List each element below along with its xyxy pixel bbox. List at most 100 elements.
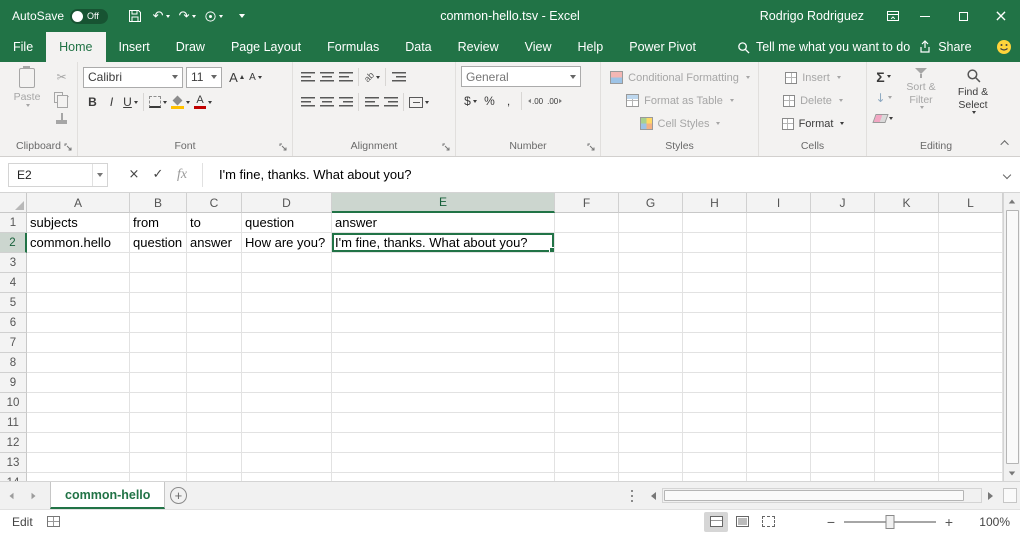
find-select-button[interactable]: Find & Select xyxy=(947,66,999,139)
cell-E6[interactable] xyxy=(332,313,555,333)
cell-K3[interactable] xyxy=(875,253,939,273)
cell-F4[interactable] xyxy=(555,273,619,293)
cell-G9[interactable] xyxy=(619,373,683,393)
tab-scrollbar-splitter[interactable] xyxy=(625,488,639,503)
cell-L2[interactable] xyxy=(939,233,1003,253)
number-dialog-launcher[interactable] xyxy=(587,143,597,153)
cell-C9[interactable] xyxy=(187,373,242,393)
fill-handle[interactable] xyxy=(549,247,554,252)
cell-B11[interactable] xyxy=(130,413,187,433)
cell-A8[interactable] xyxy=(27,353,130,373)
row-header-13[interactable]: 13 xyxy=(0,453,27,473)
cell-A14[interactable] xyxy=(27,473,130,481)
row-header-12[interactable]: 12 xyxy=(0,433,27,453)
align-right-button[interactable] xyxy=(336,91,355,113)
cell-K7[interactable] xyxy=(875,333,939,353)
cell-L14[interactable] xyxy=(939,473,1003,481)
cell-H13[interactable] xyxy=(683,453,747,473)
cell-F11[interactable] xyxy=(555,413,619,433)
cell-I14[interactable] xyxy=(747,473,811,481)
font-color-button[interactable]: A xyxy=(192,91,214,113)
cell-F14[interactable] xyxy=(555,473,619,481)
cell-C4[interactable] xyxy=(187,273,242,293)
cell-B3[interactable] xyxy=(130,253,187,273)
cell-A1[interactable]: subjects xyxy=(27,213,130,233)
cell-I3[interactable] xyxy=(747,253,811,273)
horizontal-scrollbar-thumb[interactable] xyxy=(664,490,964,501)
cell-B9[interactable] xyxy=(130,373,187,393)
row-header-9[interactable]: 9 xyxy=(0,373,27,393)
ribbon-display-options-button[interactable] xyxy=(880,0,906,32)
select-all-button[interactable] xyxy=(0,193,27,213)
zoom-out-button[interactable]: − xyxy=(822,512,840,532)
ribbon-tab-data[interactable]: Data xyxy=(392,32,444,62)
cell-J3[interactable] xyxy=(811,253,875,273)
cell-C13[interactable] xyxy=(187,453,242,473)
cell-D1[interactable]: question xyxy=(242,213,332,233)
cell-E2[interactable]: I'm fine, thanks. What about you? xyxy=(332,233,555,253)
percent-style-button[interactable]: % xyxy=(480,90,499,112)
row-header-4[interactable]: 4 xyxy=(0,273,27,293)
cell-H11[interactable] xyxy=(683,413,747,433)
maximize-button[interactable] xyxy=(944,0,982,32)
row-header-1[interactable]: 1 xyxy=(0,213,27,233)
cell-E9[interactable] xyxy=(332,373,555,393)
ribbon-tab-draw[interactable]: Draw xyxy=(163,32,218,62)
column-header-I[interactable]: I xyxy=(747,193,811,213)
cell-C3[interactable] xyxy=(187,253,242,273)
bold-button[interactable]: B xyxy=(83,91,102,113)
cell-H2[interactable] xyxy=(683,233,747,253)
feedback-smiley-button[interactable] xyxy=(996,32,1012,62)
font-name-select[interactable]: Calibri xyxy=(83,67,183,88)
cell-L4[interactable] xyxy=(939,273,1003,293)
zoom-slider-thumb[interactable] xyxy=(886,515,895,529)
cell-I7[interactable] xyxy=(747,333,811,353)
font-size-select[interactable]: 11 xyxy=(186,67,222,88)
row-header-5[interactable]: 5 xyxy=(0,293,27,313)
cell-G7[interactable] xyxy=(619,333,683,353)
scroll-down-button[interactable] xyxy=(1004,465,1020,481)
cell-D14[interactable] xyxy=(242,473,332,481)
ribbon-tab-file[interactable]: File xyxy=(0,32,46,62)
cell-D12[interactable] xyxy=(242,433,332,453)
cell-K2[interactable] xyxy=(875,233,939,253)
zoom-level[interactable]: 100% xyxy=(966,515,1010,529)
cell-K5[interactable] xyxy=(875,293,939,313)
cell-C14[interactable] xyxy=(187,473,242,481)
clear-button[interactable] xyxy=(872,108,895,129)
decrease-font-size-button[interactable]: A xyxy=(246,66,265,88)
cell-E4[interactable] xyxy=(332,273,555,293)
scroll-left-button[interactable] xyxy=(645,488,662,504)
cell-F13[interactable] xyxy=(555,453,619,473)
underline-button[interactable]: U xyxy=(121,91,140,113)
fill-color-button[interactable] xyxy=(169,91,192,113)
cell-E7[interactable] xyxy=(332,333,555,353)
cell-D8[interactable] xyxy=(242,353,332,373)
column-header-B[interactable]: B xyxy=(130,193,187,213)
alignment-dialog-launcher[interactable] xyxy=(442,143,452,153)
fill-button[interactable]: ↓ xyxy=(872,87,895,108)
column-header-J[interactable]: J xyxy=(811,193,875,213)
comma-style-button[interactable]: , xyxy=(499,90,518,112)
insert-function-button[interactable]: fx xyxy=(170,163,194,187)
paste-button[interactable]: Paste xyxy=(5,66,49,139)
cell-K4[interactable] xyxy=(875,273,939,293)
cell-L5[interactable] xyxy=(939,293,1003,313)
cell-D3[interactable] xyxy=(242,253,332,273)
zoom-slider[interactable] xyxy=(844,521,936,523)
cell-B5[interactable] xyxy=(130,293,187,313)
cell-D13[interactable] xyxy=(242,453,332,473)
sheet-nav-right-button[interactable] xyxy=(22,482,44,510)
sheet-split-handle[interactable] xyxy=(1003,488,1017,503)
cell-G3[interactable] xyxy=(619,253,683,273)
cell-J2[interactable] xyxy=(811,233,875,253)
cell-A11[interactable] xyxy=(27,413,130,433)
decrease-decimal-button[interactable]: .00 xyxy=(545,90,565,112)
insert-cells-button[interactable]: Insert xyxy=(764,66,862,89)
column-header-E[interactable]: E xyxy=(332,193,555,213)
cell-H7[interactable] xyxy=(683,333,747,353)
cell-F5[interactable] xyxy=(555,293,619,313)
cell-E5[interactable] xyxy=(332,293,555,313)
cell-J8[interactable] xyxy=(811,353,875,373)
column-header-F[interactable]: F xyxy=(555,193,619,213)
